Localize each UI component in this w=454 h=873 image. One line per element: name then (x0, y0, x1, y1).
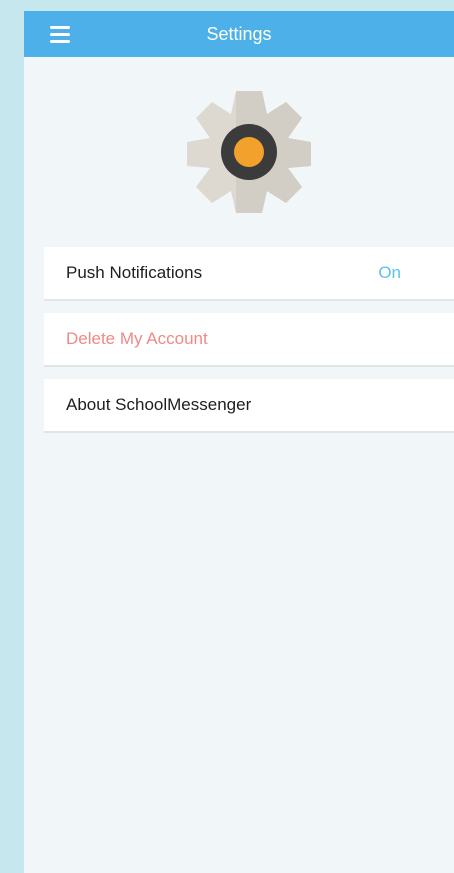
push-notifications-row[interactable]: Push Notifications On (44, 247, 454, 301)
about-row[interactable]: About SchoolMessenger (44, 379, 454, 433)
delete-account-row[interactable]: Delete My Account (44, 313, 454, 367)
push-notifications-status: On (378, 263, 401, 282)
push-notifications-label: Push Notifications (66, 263, 203, 282)
about-label: About SchoolMessenger (66, 395, 252, 414)
delete-account-label: Delete My Account (66, 329, 208, 348)
top-app-bar: Settings (24, 11, 454, 57)
settings-screen: Settings Push Notifications On Delete My… (24, 11, 454, 873)
settings-list: Push Notifications On Delete My Account … (44, 247, 454, 445)
settings-gear-icon (184, 87, 314, 217)
page-title: Settings (206, 24, 272, 44)
